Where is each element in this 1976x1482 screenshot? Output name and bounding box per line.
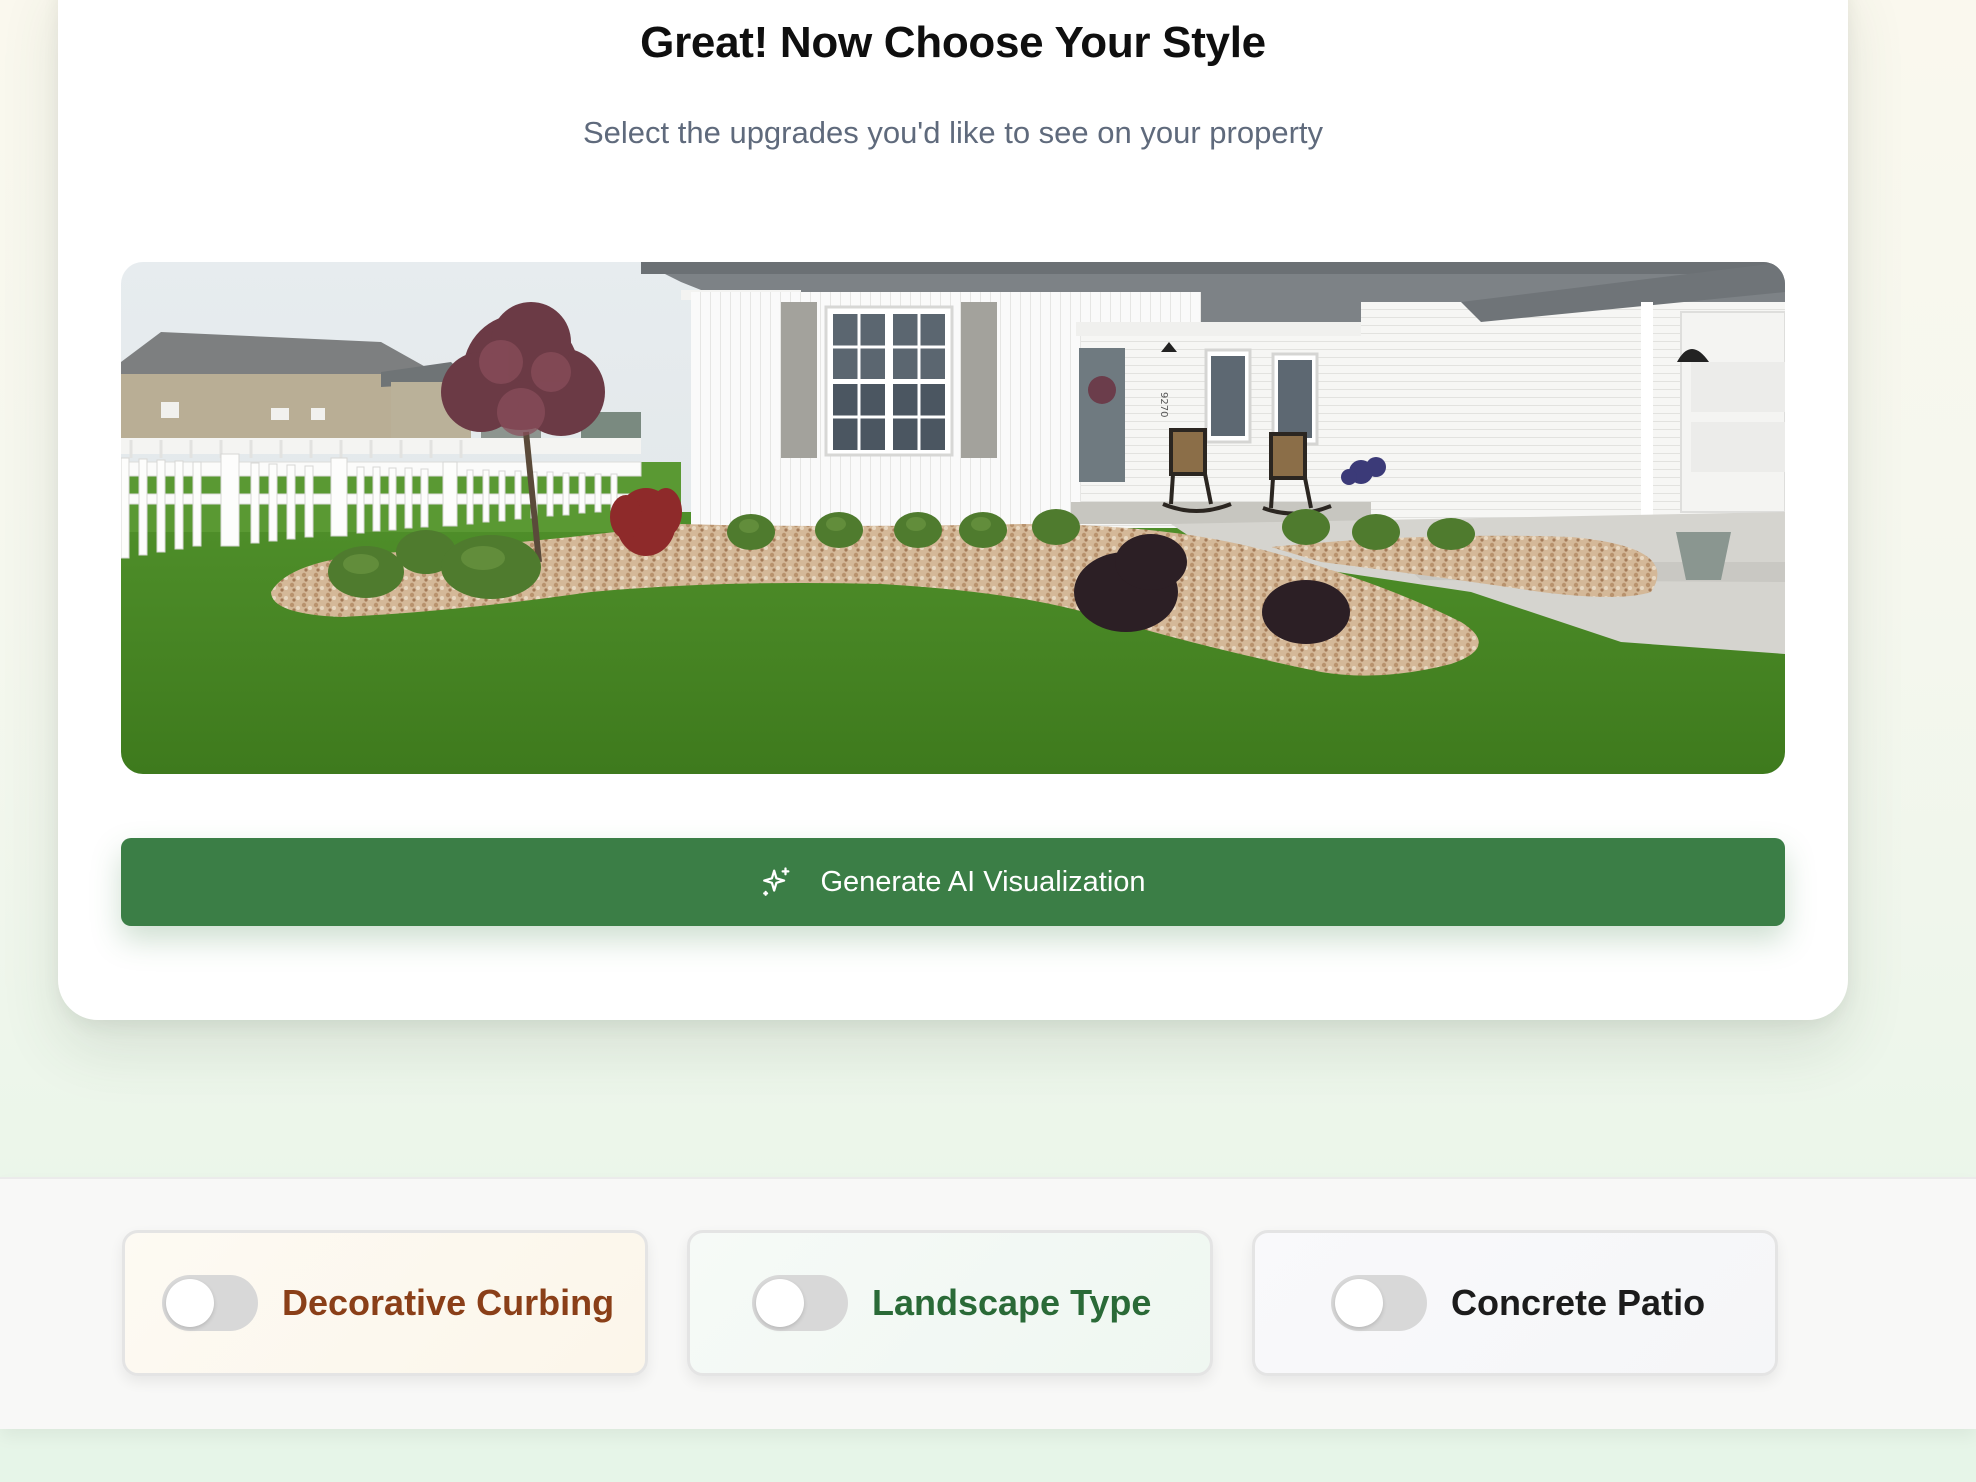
upgrade-options-bar: Decorative Curbing Landscape Type Concre…	[0, 1177, 1976, 1429]
concrete-patio-toggle[interactable]	[1331, 1275, 1427, 1331]
decorative-curbing-toggle[interactable]	[162, 1275, 258, 1331]
toggle-knob	[166, 1279, 214, 1327]
toggle-knob	[756, 1279, 804, 1327]
page-title: Great! Now Choose Your Style	[640, 18, 1266, 67]
option-concrete-patio[interactable]: Concrete Patio	[1252, 1230, 1778, 1376]
sparkles-icon	[760, 865, 794, 899]
option-decorative-curbing[interactable]: Decorative Curbing	[122, 1230, 648, 1376]
page-subtitle: Select the upgrades you'd like to see on…	[582, 115, 1324, 150]
property-photo: 9270	[121, 262, 1785, 774]
landscape-type-toggle[interactable]	[752, 1275, 848, 1331]
option-landscape-type[interactable]: Landscape Type	[687, 1230, 1213, 1376]
toggle-knob	[1335, 1279, 1383, 1327]
option-label: Decorative Curbing	[282, 1282, 615, 1323]
option-label: Concrete Patio	[1451, 1282, 1706, 1323]
generate-button-label: Generate AI Visualization	[820, 865, 1146, 898]
option-label: Landscape Type	[872, 1282, 1152, 1323]
house-number: 9270	[1158, 392, 1169, 417]
style-selection-card: Great! Now Choose Your Style Select the …	[58, 0, 1848, 1020]
generate-visualization-button[interactable]: Generate AI Visualization	[121, 838, 1785, 926]
